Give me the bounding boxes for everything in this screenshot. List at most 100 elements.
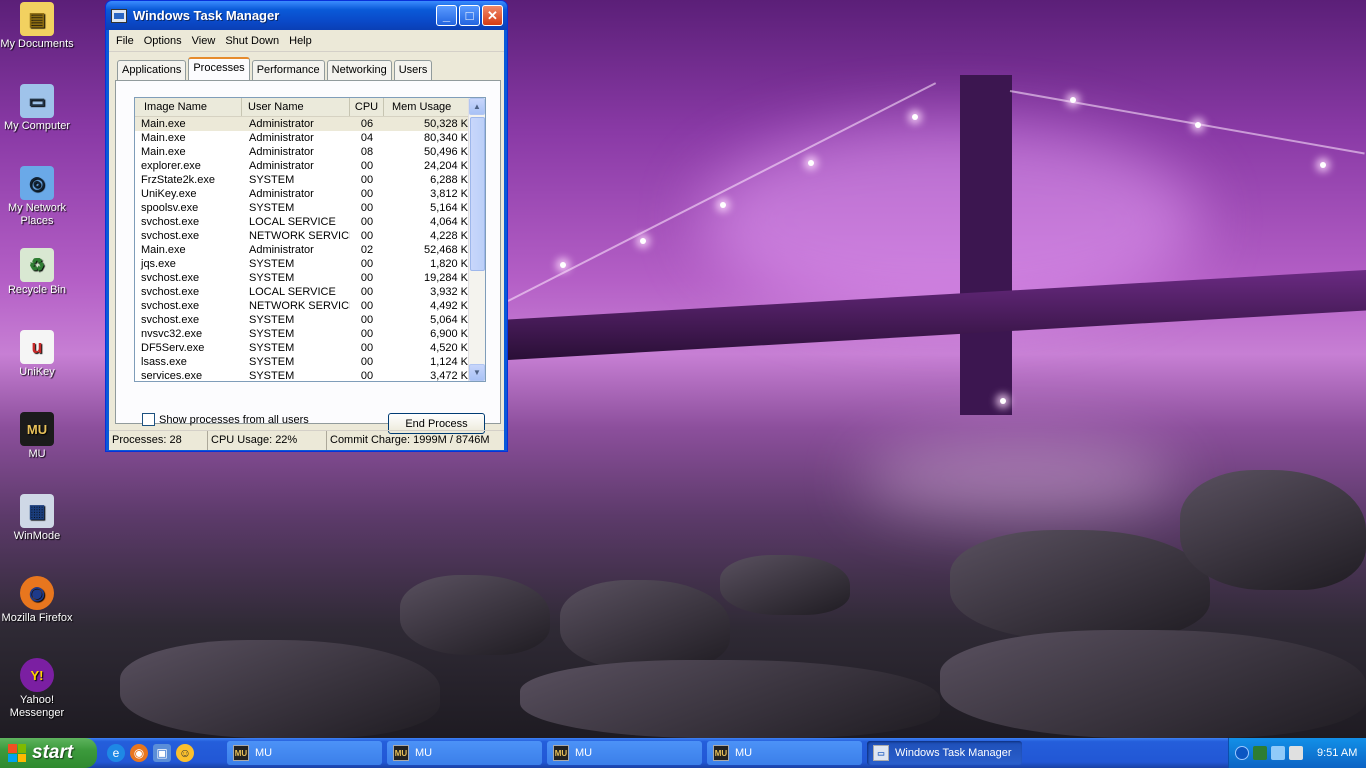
- bridge-light: [1195, 122, 1201, 128]
- minimize-button[interactable]: _: [436, 5, 457, 26]
- menu-shut-down[interactable]: Shut Down: [220, 35, 284, 47]
- cell-image-name: jqs.exe: [141, 258, 176, 270]
- cell-image-name: explorer.exe: [141, 160, 201, 172]
- tab-users[interactable]: Users: [393, 60, 433, 80]
- taskbar-item-mu[interactable]: MU MU: [547, 741, 702, 765]
- table-row[interactable]: Main.exe Administrator 02 52,468 K: [135, 243, 485, 257]
- title-bar[interactable]: Windows Task Manager _ □ ✕: [106, 1, 507, 30]
- cell-image-name: svchost.exe: [141, 314, 200, 326]
- taskbar-item-label: MU: [255, 747, 273, 759]
- status-bar: Processes: 28 CPU Usage: 22% Commit Char…: [109, 430, 504, 450]
- show-all-users-checkbox[interactable]: Show processes from all users: [142, 413, 309, 426]
- tray-app-icon[interactable]: [1253, 746, 1267, 760]
- taskbar-item-task-manager[interactable]: ▭ Windows Task Manager: [867, 741, 1022, 765]
- cell-cpu: 00: [360, 216, 374, 228]
- table-row[interactable]: lsass.exe SYSTEM 00 1,124 K: [135, 355, 485, 369]
- rock: [400, 575, 550, 655]
- table-row[interactable]: svchost.exe SYSTEM 00 5,064 K: [135, 313, 485, 327]
- table-row[interactable]: Main.exe Administrator 08 50,496 K: [135, 145, 485, 159]
- tab-performance[interactable]: Performance: [251, 60, 325, 80]
- start-button[interactable]: start: [0, 738, 97, 768]
- cell-cpu: 04: [360, 132, 374, 144]
- table-row[interactable]: svchost.exe NETWORK SERVICE 00 4,492 K: [135, 299, 485, 313]
- cell-user-name: NETWORK SERVICE: [249, 230, 350, 242]
- cell-mem-usage: 19,284 K: [423, 272, 468, 284]
- task-manager-window[interactable]: Windows Task Manager _ □ ✕ File Options …: [105, 0, 508, 452]
- cell-cpu: 08: [360, 146, 374, 158]
- table-row[interactable]: Main.exe Administrator 04 80,340 K: [135, 131, 485, 145]
- table-row[interactable]: UniKey.exe Administrator 00 3,812 K: [135, 187, 485, 201]
- taskbar-item-mu[interactable]: MU MU: [227, 741, 382, 765]
- table-row[interactable]: svchost.exe LOCAL SERVICE 00 4,064 K: [135, 215, 485, 229]
- cell-user-name: Administrator: [249, 146, 314, 158]
- column-mem-usage[interactable]: Mem Usage: [384, 98, 470, 116]
- window-title: Windows Task Manager: [133, 8, 280, 23]
- table-row[interactable]: jqs.exe SYSTEM 00 1,820 K: [135, 257, 485, 271]
- tray-expand-icon[interactable]: [1235, 746, 1249, 760]
- desktop-icon-winmode[interactable]: ▦ WinMode: [0, 494, 74, 543]
- process-list-header: Image Name User Name CPU Mem Usage: [135, 98, 485, 117]
- clock[interactable]: 9:51 AM: [1317, 747, 1357, 759]
- network-icon[interactable]: [1271, 746, 1285, 760]
- vertical-scrollbar[interactable]: ▲ ▼: [468, 98, 485, 381]
- column-cpu[interactable]: CPU: [350, 98, 384, 116]
- column-image-name[interactable]: Image Name: [135, 98, 242, 116]
- cell-mem-usage: 6,288 K: [430, 174, 468, 186]
- cell-cpu: 00: [360, 258, 374, 270]
- table-row[interactable]: Main.exe Administrator 06 50,328 K: [135, 117, 485, 131]
- menu-file[interactable]: File: [111, 35, 139, 47]
- table-row[interactable]: explorer.exe Administrator 00 24,204 K: [135, 159, 485, 173]
- tab-processes[interactable]: Processes: [188, 57, 250, 80]
- table-row[interactable]: FrzState2k.exe SYSTEM 00 6,288 K: [135, 173, 485, 187]
- maximize-button[interactable]: □: [459, 5, 480, 26]
- scroll-thumb[interactable]: [470, 117, 485, 271]
- scroll-down-button[interactable]: ▼: [469, 364, 485, 381]
- cell-cpu: 00: [360, 286, 374, 298]
- menu-view[interactable]: View: [187, 35, 221, 47]
- scroll-up-button[interactable]: ▲: [469, 98, 485, 115]
- cell-mem-usage: 3,932 K: [430, 286, 468, 298]
- tab-applications[interactable]: Applications: [117, 60, 187, 80]
- desktop-icon-unikey[interactable]: u UniKey: [0, 330, 74, 379]
- tray-app-icon[interactable]: [1289, 746, 1303, 760]
- table-row[interactable]: nvsvc32.exe SYSTEM 00 6,900 K: [135, 327, 485, 341]
- desktop-icon-my-computer[interactable]: ▭ My Computer: [0, 84, 74, 133]
- menu-options[interactable]: Options: [139, 35, 187, 47]
- water-reflection: [860, 440, 1180, 520]
- cell-user-name: SYSTEM: [249, 356, 295, 368]
- menu-help[interactable]: Help: [284, 35, 317, 47]
- desktop-icon-yahoo-messenger[interactable]: Y! Yahoo! Messenger: [0, 658, 74, 720]
- firefox-icon[interactable]: ◉: [130, 744, 148, 762]
- internet-explorer-icon[interactable]: e: [107, 744, 125, 762]
- bridge-light: [640, 238, 646, 244]
- desktop-icon-mozilla-firefox[interactable]: ◉ Mozilla Firefox: [0, 576, 74, 625]
- table-row[interactable]: svchost.exe SYSTEM 00 19,284 K: [135, 271, 485, 285]
- table-row[interactable]: svchost.exe NETWORK SERVICE 00 4,228 K: [135, 229, 485, 243]
- table-row[interactable]: svchost.exe LOCAL SERVICE 00 3,932 K: [135, 285, 485, 299]
- table-row[interactable]: services.exe SYSTEM 00 3,472 K: [135, 369, 485, 381]
- close-button[interactable]: ✕: [482, 5, 503, 26]
- process-list[interactable]: Image Name User Name CPU Mem Usage Main.…: [134, 97, 486, 382]
- desktop-icon-my-documents[interactable]: ▤ My Documents: [0, 2, 74, 51]
- cell-cpu: 00: [360, 356, 374, 368]
- table-row[interactable]: DF5Serv.exe SYSTEM 00 4,520 K: [135, 341, 485, 355]
- cell-image-name: Main.exe: [141, 118, 186, 130]
- winmode-icon: ▦: [20, 494, 54, 528]
- tab-strip: Applications Processes Performance Netwo…: [117, 57, 434, 80]
- cell-user-name: SYSTEM: [249, 272, 295, 284]
- taskbar-item-mu[interactable]: MU MU: [707, 741, 862, 765]
- show-desktop-icon[interactable]: ▣: [153, 744, 171, 762]
- checkbox-box[interactable]: [142, 413, 155, 426]
- table-row[interactable]: spoolsv.exe SYSTEM 00 5,164 K: [135, 201, 485, 215]
- status-commit-charge: Commit Charge: 1999M / 8746M: [330, 434, 490, 446]
- desktop-icon-mu[interactable]: MU MU: [0, 412, 74, 461]
- desktop-icon-recycle-bin[interactable]: ♻ Recycle Bin: [0, 248, 74, 297]
- column-user-name[interactable]: User Name: [242, 98, 350, 116]
- tab-networking[interactable]: Networking: [326, 60, 392, 80]
- cell-cpu: 00: [360, 342, 374, 354]
- desktop-icon-my-network-places[interactable]: ◎ My Network Places: [0, 166, 74, 228]
- cell-cpu: 00: [360, 202, 374, 214]
- taskbar-item-mu[interactable]: MU MU: [387, 741, 542, 765]
- mu-game-icon: MU: [393, 745, 409, 761]
- yahoo-messenger-icon[interactable]: ☺: [176, 744, 194, 762]
